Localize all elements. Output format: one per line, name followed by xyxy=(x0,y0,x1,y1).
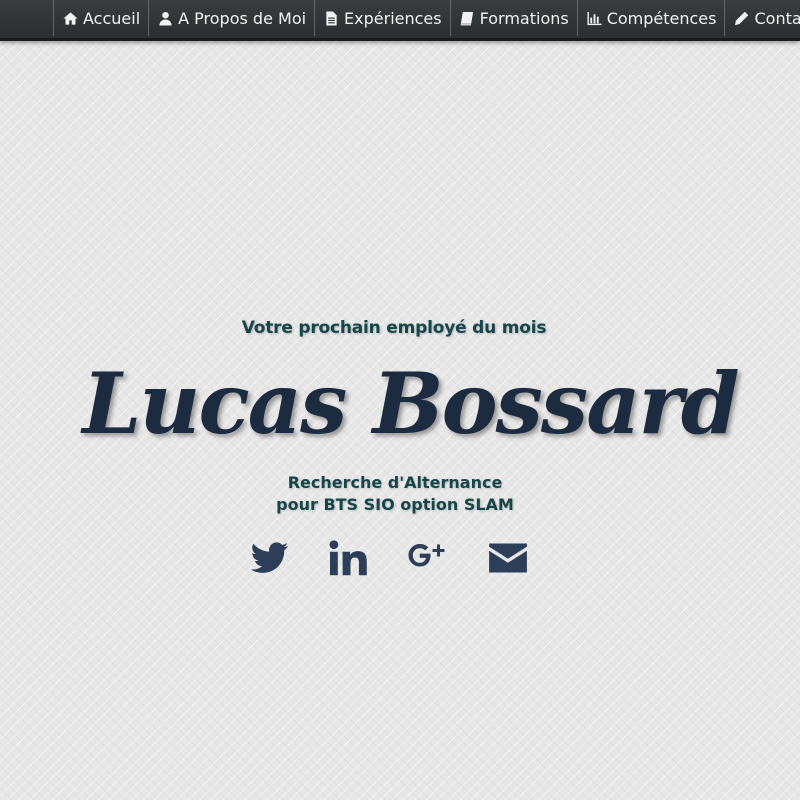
email-icon xyxy=(489,543,527,573)
pencil-icon xyxy=(734,11,749,26)
nav-label: Contact xyxy=(754,8,800,28)
nav-item-a-propos[interactable]: A Propos de Moi xyxy=(148,0,314,36)
home-icon xyxy=(63,11,78,26)
nav-label: Expériences xyxy=(344,8,442,28)
google-plus-icon xyxy=(408,544,445,567)
social-links xyxy=(0,536,800,580)
nav-label: Compétences xyxy=(606,8,717,28)
nav-item-experiences[interactable]: Expériences xyxy=(314,0,450,36)
hero-tagline: Votre prochain employé du mois xyxy=(241,318,547,338)
email-link[interactable] xyxy=(486,536,530,580)
google-plus-link[interactable] xyxy=(406,536,450,580)
nav-label: Formations xyxy=(479,8,569,28)
nav-item-formations[interactable]: Formations xyxy=(449,0,577,36)
nav-label: Accueil xyxy=(83,8,141,28)
nav-item-contact[interactable]: Contact xyxy=(724,0,800,36)
book-icon xyxy=(460,11,475,26)
hero-name: Lucas Bossard xyxy=(82,354,739,453)
user-icon xyxy=(158,11,173,26)
bar-chart-icon xyxy=(587,11,602,26)
nav-label: A Propos de Moi xyxy=(178,8,307,28)
linkedin-icon xyxy=(329,540,367,576)
subtitle-line-2: pour BTS SIO option SLAM xyxy=(276,495,514,514)
nav-menu: Accueil A Propos de Moi Expériences Form… xyxy=(0,0,800,36)
top-navbar: Accueil A Propos de Moi Expériences Form… xyxy=(0,0,800,41)
twitter-icon xyxy=(251,542,289,573)
nav-item-accueil[interactable]: Accueil xyxy=(53,0,148,36)
file-icon xyxy=(324,10,339,26)
twitter-link[interactable] xyxy=(248,536,292,580)
linkedin-link[interactable] xyxy=(326,536,370,580)
nav-item-competences[interactable]: Compétences xyxy=(576,0,725,36)
subtitle-line-1: Recherche d'Alternance xyxy=(287,473,503,492)
hero-subtitle: Recherche d'Alternance pour BTS SIO opti… xyxy=(0,472,790,516)
